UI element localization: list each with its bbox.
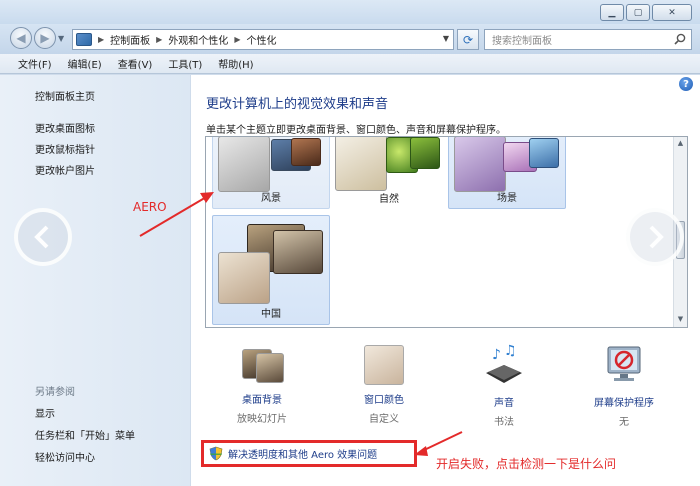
option-window-color[interactable]: 窗口颜色 自定义 — [343, 343, 425, 425]
see-also-heading: 另请参阅 — [35, 387, 75, 398]
chevron-right-icon — [649, 225, 664, 249]
minimize-button[interactable]: ▁ — [600, 4, 624, 21]
title-bar: ▁ ▢ ✕ — [0, 0, 700, 24]
search-input[interactable]: 搜索控制面板 — [484, 29, 692, 50]
breadcrumb: ▶ 控制面板 ▶ 外观和个性化 ▶ 个性化 — [92, 32, 276, 47]
main-content: ? 更改计算机上的视觉效果和声音 单击某个主题立即更改桌面背景、窗口颜色、声音和… — [191, 75, 700, 486]
theme-china-stack — [273, 230, 323, 274]
theme-label: 自然 — [379, 194, 399, 205]
sidebar-link-account-picture[interactable]: 更改帐户图片 — [35, 162, 95, 177]
breadcrumb-item-control-panel[interactable]: 控制面板 — [110, 32, 150, 47]
option-desktop-background[interactable]: 桌面背景 放映幻灯片 — [221, 343, 303, 425]
theme-label: 风景 — [261, 193, 281, 204]
option-label: 声音 — [494, 398, 514, 409]
theme-china[interactable]: 中国 — [212, 215, 330, 325]
menu-bar: 文件(F) 编辑(E) 查看(V) 工具(T) 帮助(H) — [0, 54, 700, 74]
troubleshoot-aero-link[interactable]: 解决透明度和其他 Aero 效果问题 — [201, 440, 417, 467]
refresh-icon: ⟳ — [462, 32, 474, 47]
theme-landscape-preview — [218, 137, 270, 192]
menu-file[interactable]: 文件(F) — [18, 56, 52, 71]
recent-pages-dropdown[interactable]: ▼ — [58, 34, 64, 43]
forward-button[interactable]: ▶ — [34, 27, 56, 49]
option-label: 窗口颜色 — [364, 395, 404, 406]
option-sound[interactable]: ♪ ♫ 声音 书法 — [463, 343, 545, 428]
scroll-down-icon[interactable]: ▼ — [676, 315, 685, 324]
theme-nature-preview — [335, 137, 387, 191]
breadcrumb-item-personalization[interactable]: 个性化 — [246, 32, 276, 47]
sidebar-link-mouse-pointer[interactable]: 更改鼠标指针 — [35, 141, 95, 156]
refresh-button[interactable]: ⟳ — [457, 29, 479, 50]
theme-scene-preview — [454, 137, 506, 192]
minimize-icon: ▁ — [608, 7, 616, 18]
theme-nature[interactable]: 自然 — [330, 137, 448, 209]
option-value: 无 — [619, 417, 629, 428]
option-value: 放映幻灯片 — [237, 414, 287, 425]
scroll-up-icon[interactable]: ▲ — [676, 139, 685, 148]
aero-annotation-label: AERO — [133, 200, 167, 214]
theme-label: 中国 — [261, 309, 281, 320]
theme-gallery: 风景 自然 场景 中国 ▲ ▼ — [205, 136, 688, 328]
next-arrow-button[interactable] — [626, 208, 684, 266]
back-arrow-icon: ◀ — [16, 31, 26, 45]
theme-nature-stack — [410, 137, 440, 169]
option-screensaver[interactable]: 屏幕保护程序 无 — [583, 343, 665, 428]
sidebar-link-taskbar[interactable]: 任务栏和「开始」菜单 — [35, 427, 135, 442]
sidebar-link-home[interactable]: 控制面板主页 — [35, 88, 95, 103]
chevron-left-icon — [34, 225, 49, 249]
maximize-button[interactable]: ▢ — [626, 4, 650, 21]
shield-icon — [209, 446, 223, 461]
breadcrumb-separator-icon[interactable]: ▶ — [234, 35, 240, 44]
back-button[interactable]: ◀ — [10, 27, 32, 49]
failure-annotation-note: 开启失败，点击检测一下是什么问 — [436, 457, 617, 471]
search-icon[interactable] — [674, 33, 686, 45]
sidebar-link-ease-of-access[interactable]: 轻松访问中心 — [35, 449, 95, 464]
theme-label: 场景 — [497, 193, 517, 204]
menu-edit[interactable]: 编辑(E) — [68, 56, 102, 71]
troubleshoot-link-text[interactable]: 解决透明度和其他 Aero 效果问题 — [228, 446, 377, 461]
maximize-icon: ▢ — [633, 7, 643, 18]
forward-arrow-icon: ▶ — [40, 31, 50, 45]
menu-help[interactable]: 帮助(H) — [218, 56, 253, 71]
screensaver-icon — [607, 346, 641, 381]
svg-text:♫: ♫ — [504, 343, 517, 359]
option-label: 屏幕保护程序 — [594, 398, 654, 409]
option-value: 书法 — [494, 417, 514, 428]
address-dropdown-icon[interactable]: ▼ — [443, 34, 449, 43]
window-controls: ▁ ▢ ✕ — [600, 4, 692, 21]
close-icon: ✕ — [668, 7, 676, 18]
theme-landscape[interactable]: 风景 — [212, 137, 330, 209]
control-panel-icon — [76, 33, 92, 46]
sidebar: 控制面板主页 更改桌面图标 更改鼠标指针 更改帐户图片 另请参阅 显示 任务栏和… — [0, 75, 190, 486]
previous-arrow-button[interactable] — [14, 208, 72, 266]
theme-scene-stack — [529, 138, 559, 168]
menu-view[interactable]: 查看(V) — [118, 56, 153, 71]
sidebar-link-desktop-icons[interactable]: 更改桌面图标 — [35, 120, 95, 135]
theme-scene[interactable]: 场景 — [448, 137, 566, 209]
breadcrumb-separator-icon[interactable]: ▶ — [156, 35, 162, 44]
help-icon[interactable]: ? — [679, 77, 693, 91]
option-value: 自定义 — [369, 414, 399, 425]
navigation-bar: ◀ ▶ ▼ ▶ 控制面板 ▶ 外观和个性化 ▶ 个性化 ▼ ⟳ 搜索控制面板 — [0, 24, 700, 54]
desktop-background-icon — [240, 343, 284, 387]
theme-landscape-stack — [291, 138, 321, 166]
instruction-text: 单击某个主题立即更改桌面背景、窗口颜色、声音和屏幕保护程序。 — [206, 125, 506, 136]
menu-tools[interactable]: 工具(T) — [168, 56, 202, 71]
sidebar-link-display[interactable]: 显示 — [35, 405, 55, 420]
breadcrumb-separator-icon: ▶ — [98, 35, 105, 44]
address-bar[interactable]: ▶ 控制面板 ▶ 外观和个性化 ▶ 个性化 ▼ — [72, 29, 454, 50]
window-color-icon — [362, 343, 406, 387]
svg-text:♪: ♪ — [492, 347, 501, 363]
breadcrumb-item-appearance[interactable]: 外观和个性化 — [168, 32, 228, 47]
theme-china-preview — [218, 252, 270, 304]
search-placeholder: 搜索控制面板 — [492, 36, 552, 47]
close-button[interactable]: ✕ — [652, 4, 692, 21]
page-title: 更改计算机上的视觉效果和声音 — [206, 97, 389, 112]
sound-icon: ♪ ♫ — [486, 343, 522, 383]
option-label: 桌面背景 — [242, 395, 282, 406]
